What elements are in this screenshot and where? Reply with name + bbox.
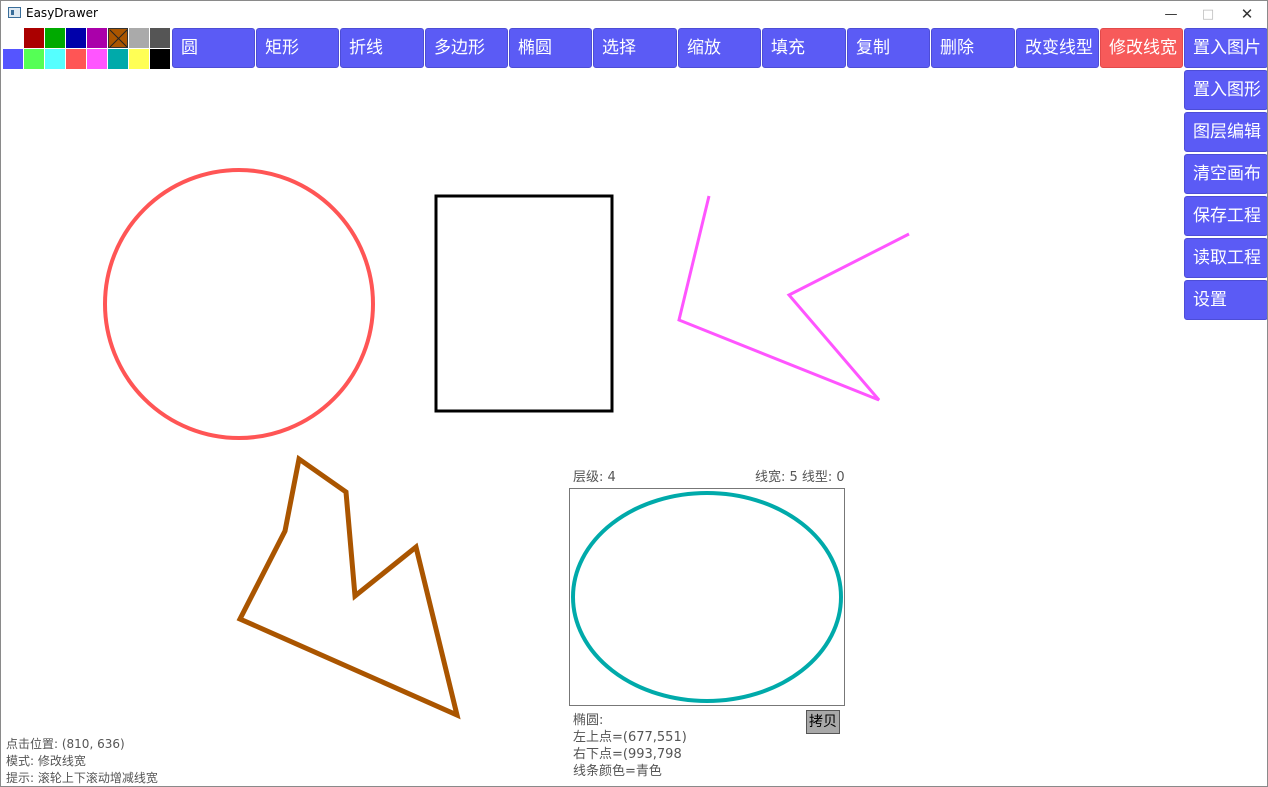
app-window: EasyDrawer — □ ✕ 圆 矩形 折线 多边形 椭圆 选择 缩放 填充 — [0, 0, 1268, 787]
layer-edit-button[interactable]: 图层编辑 — [1184, 112, 1267, 152]
maximize-icon[interactable]: □ — [1190, 1, 1226, 27]
save-project-button[interactable]: 保存工程 — [1184, 196, 1267, 236]
layer-label: 层级: 4 — [573, 470, 616, 485]
polyline-shape[interactable] — [677, 195, 910, 402]
line-width-type-label: 线宽: 5 线型: 0 — [755, 470, 845, 485]
close-icon[interactable]: ✕ — [1229, 1, 1265, 27]
insert-image-button[interactable]: 置入图片 — [1184, 28, 1267, 68]
clear-canvas-button[interactable]: 清空画布 — [1184, 154, 1267, 194]
ellipse-preview-shape — [571, 491, 843, 703]
mode-status: 模式: 修改线宽 — [6, 754, 86, 768]
hint-status: 提示: 滚轮上下滚动增减线宽 — [6, 771, 158, 785]
load-project-button[interactable]: 读取工程 — [1184, 238, 1267, 278]
insert-shape-button[interactable]: 置入图形 — [1184, 70, 1267, 110]
line-color-label: 线条颜色=青色 — [573, 764, 662, 779]
polygon-shape[interactable] — [236, 454, 461, 720]
click-position-status: 点击位置: (810, 636) — [6, 737, 125, 751]
ellipse-preview-frame — [569, 488, 845, 706]
circle-shape[interactable] — [103, 168, 375, 440]
drawing-canvas[interactable] — [1, 1, 1181, 787]
settings-button[interactable]: 设置 — [1184, 280, 1267, 320]
copy-info-button[interactable]: 拷贝 — [806, 710, 840, 734]
rectangle-shape[interactable] — [434, 194, 614, 413]
